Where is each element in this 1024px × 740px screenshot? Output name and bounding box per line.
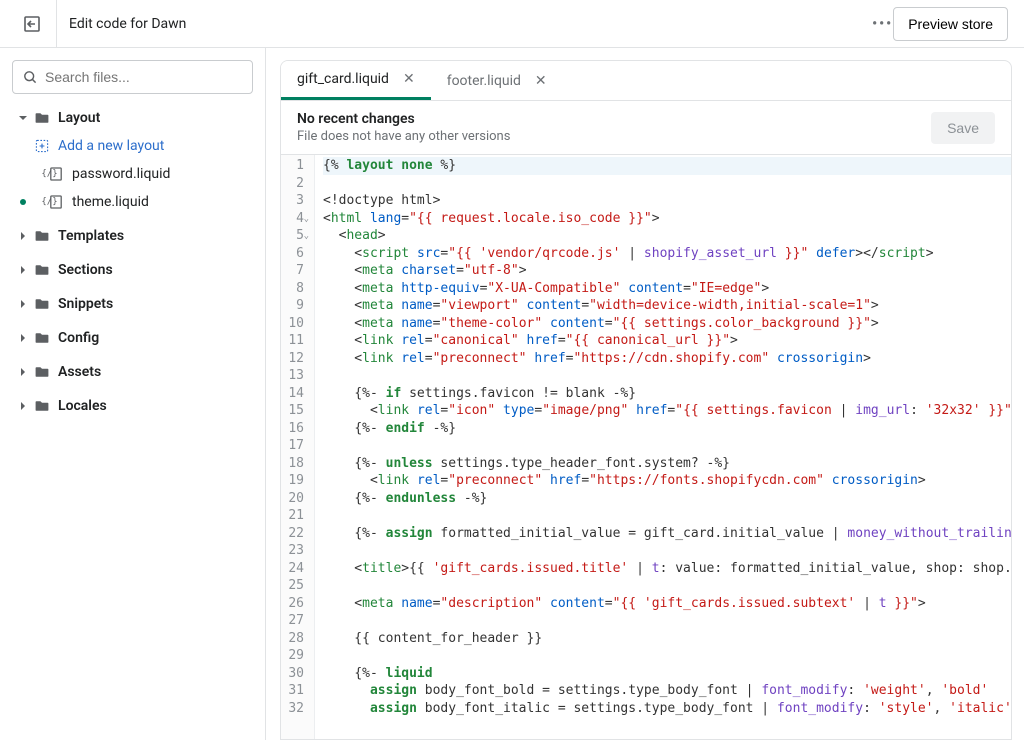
back-button[interactable] [16, 8, 48, 40]
code-line[interactable] [323, 542, 1011, 560]
notice-subtitle: File does not have any other versions [297, 129, 919, 144]
code-line[interactable]: {% layout none %} [323, 157, 1011, 175]
code-line[interactable]: <link rel="canonical" href="{{ canonical… [323, 332, 1011, 350]
code-line[interactable] [323, 577, 1011, 595]
line-gutter: 1234⌄5⌄678910111213141516171819202122232… [281, 155, 315, 739]
add-file-icon [32, 138, 52, 154]
folder-icon [32, 228, 52, 244]
folder-icon [32, 296, 52, 312]
code-editor[interactable]: 1234⌄5⌄678910111213141516171819202122232… [280, 155, 1012, 740]
code-line[interactable]: <script src="{{ 'vendor/qrcode.js' | sho… [323, 245, 1011, 263]
add-layout-link[interactable]: Add a new layout [24, 132, 257, 160]
chevron-right-icon [16, 401, 30, 411]
code-line[interactable] [323, 367, 1011, 385]
sidebar-section-sections[interactable]: Sections [8, 256, 257, 284]
code-line[interactable]: {%- endunless -%} [323, 490, 1011, 508]
tab-gift_card-liquid[interactable]: gift_card.liquid✕ [281, 61, 431, 100]
divider [56, 0, 57, 48]
tab-footer-liquid[interactable]: footer.liquid✕ [431, 61, 563, 100]
save-button[interactable]: Save [931, 112, 995, 144]
sidebar-section-templates[interactable]: Templates [8, 222, 257, 250]
folder-icon [32, 398, 52, 414]
folder-icon [32, 262, 52, 278]
code-line[interactable]: assign body_font_bold = settings.type_bo… [323, 682, 1011, 700]
code-line[interactable]: assign body_font_italic = settings.type_… [323, 700, 1011, 718]
more-menu[interactable]: ••• [872, 16, 893, 32]
folder-icon [32, 364, 52, 380]
file-sidebar: LayoutAdd a new layout{/}password.liquid… [0, 48, 266, 740]
modified-indicator [16, 199, 30, 205]
code-content[interactable]: {% layout none %} <!doctype html><html la… [315, 155, 1011, 739]
chevron-right-icon [16, 265, 30, 275]
liquid-file-icon: {/} [46, 166, 66, 182]
close-tab-icon[interactable]: ✕ [403, 71, 415, 87]
search-input[interactable] [12, 60, 253, 94]
code-line[interactable] [323, 647, 1011, 665]
preview-store-button[interactable]: Preview store [893, 7, 1008, 41]
code-line[interactable]: {{ content_for_header }} [323, 630, 1011, 648]
file-theme-liquid[interactable]: {/}theme.liquid [8, 188, 257, 216]
chevron-right-icon [16, 299, 30, 309]
code-line[interactable]: <meta name="description" content="{{ 'gi… [323, 595, 1011, 613]
code-line[interactable] [323, 507, 1011, 525]
code-line[interactable]: <meta http-equiv="X-UA-Compatible" conte… [323, 280, 1011, 298]
exit-icon [22, 14, 42, 34]
code-line[interactable]: <title>{{ 'gift_cards.issued.title' | t:… [323, 560, 1011, 578]
editor-tabs: gift_card.liquid✕footer.liquid✕ [280, 60, 1012, 100]
folder-icon [32, 330, 52, 346]
code-line[interactable] [323, 175, 1011, 193]
close-tab-icon[interactable]: ✕ [535, 73, 547, 89]
code-line[interactable] [323, 612, 1011, 630]
folder-icon [32, 110, 52, 126]
search-icon [22, 69, 38, 85]
code-line[interactable]: <head> [323, 227, 1011, 245]
sidebar-section-snippets[interactable]: Snippets [8, 290, 257, 318]
code-line[interactable]: <link rel="preconnect" href="https://fon… [323, 472, 1011, 490]
chevron-right-icon [16, 231, 30, 241]
code-line[interactable]: {%- unless settings.type_header_font.sys… [323, 455, 1011, 473]
code-line[interactable] [323, 437, 1011, 455]
code-line[interactable]: {%- if settings.favicon != blank -%} [323, 385, 1011, 403]
code-line[interactable]: <html lang="{{ request.locale.iso_code }… [323, 210, 1011, 228]
page-title: Edit code for Dawn [69, 16, 860, 32]
code-line[interactable]: <link rel="icon" type="image/png" href="… [323, 402, 1011, 420]
chevron-down-icon [16, 113, 30, 123]
liquid-file-icon: {/} [46, 194, 66, 210]
code-line[interactable]: {%- assign formatted_initial_value = gif… [323, 525, 1011, 543]
file-password-liquid[interactable]: {/}password.liquid [8, 160, 257, 188]
chevron-right-icon [16, 367, 30, 377]
code-line[interactable]: {%- endif -%} [323, 420, 1011, 438]
code-line[interactable]: <meta name="theme-color" content="{{ set… [323, 315, 1011, 333]
chevron-right-icon [16, 333, 30, 343]
version-notice: No recent changes File does not have any… [280, 100, 1012, 155]
code-line[interactable]: <meta name="viewport" content="width=dev… [323, 297, 1011, 315]
code-line[interactable]: <!doctype html> [323, 192, 1011, 210]
sidebar-section-config[interactable]: Config [8, 324, 257, 352]
sidebar-section-layout[interactable]: Layout [8, 104, 257, 132]
code-line[interactable]: <link rel="preconnect" href="https://cdn… [323, 350, 1011, 368]
notice-title: No recent changes [297, 111, 919, 127]
sidebar-section-locales[interactable]: Locales [8, 392, 257, 420]
sidebar-section-assets[interactable]: Assets [8, 358, 257, 386]
code-line[interactable]: {%- liquid [323, 665, 1011, 683]
code-line[interactable]: <meta charset="utf-8"> [323, 262, 1011, 280]
